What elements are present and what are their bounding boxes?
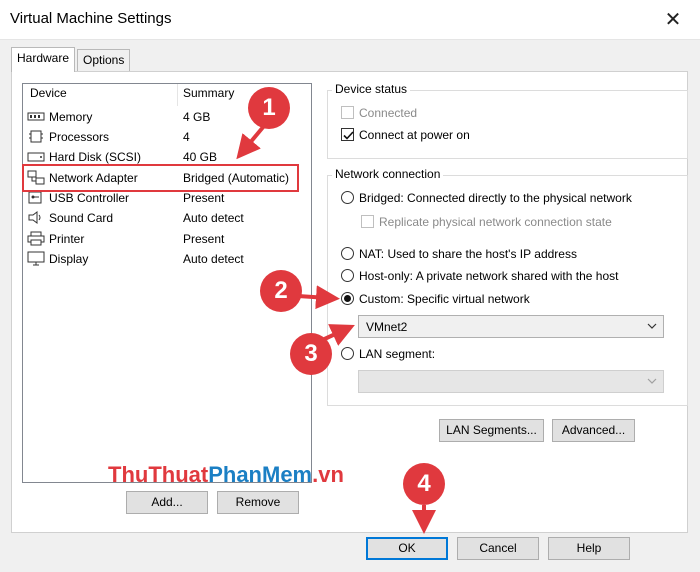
bridged-radio[interactable] <box>341 191 354 204</box>
nat-radio[interactable] <box>341 247 354 260</box>
device-name: Sound Card <box>49 211 114 225</box>
device-summary: Present <box>183 191 225 205</box>
connect-at-power-on-label: Connect at power on <box>359 128 470 142</box>
device-status-title: Device status <box>332 82 411 96</box>
chevron-down-icon <box>647 323 657 329</box>
host-only-label: Host-only: A private network shared with… <box>359 269 619 283</box>
hard-disk-icon <box>27 152 45 162</box>
device-row-processors[interactable]: Processors 4 <box>23 127 311 147</box>
help-button[interactable]: Help <box>548 537 630 560</box>
device-row-printer[interactable]: Printer Present <box>23 229 311 249</box>
display-icon <box>27 251 45 266</box>
annotation-badge-1: 1 <box>248 87 290 129</box>
window-title: Virtual Machine Settings <box>10 10 172 27</box>
chevron-down-icon <box>647 378 657 384</box>
device-summary: 4 <box>183 130 190 144</box>
printer-icon <box>27 231 45 246</box>
lan-segment-select[interactable] <box>358 370 664 393</box>
replicate-label: Replicate physical network connection st… <box>379 215 612 229</box>
checkmark-icon <box>343 131 354 140</box>
usb-icon <box>28 191 42 204</box>
custom-network-value: VMnet2 <box>366 320 408 334</box>
speaker-icon <box>28 211 41 224</box>
watermark-part3: .vn <box>312 462 344 487</box>
remove-button[interactable]: Remove <box>217 491 299 514</box>
watermark: ThuThuatPhanMem.vn <box>108 462 344 488</box>
custom-radio[interactable] <box>341 292 354 305</box>
device-name: USB Controller <box>49 191 130 205</box>
advanced-button[interactable]: Advanced... <box>552 419 635 442</box>
network-connection-title: Network connection <box>332 167 444 181</box>
tab-hardware[interactable]: Hardware <box>11 47 76 72</box>
column-header-device[interactable]: Device <box>30 86 67 100</box>
device-name: Memory <box>49 110 93 124</box>
device-name: Hard Disk (SCSI) <box>49 150 142 164</box>
bridged-label: Bridged: Connected directly to the physi… <box>359 191 632 205</box>
device-row-sound-card[interactable]: Sound Card Auto detect <box>23 208 311 228</box>
annotation-badge-2: 2 <box>260 270 302 312</box>
nat-label: NAT: Used to share the host's IP address <box>359 247 577 261</box>
replicate-checkbox[interactable] <box>361 215 374 228</box>
lan-segment-radio[interactable] <box>341 347 354 360</box>
device-summary: 4 GB <box>183 110 211 124</box>
annotation-highlight-box <box>22 164 299 192</box>
connected-checkbox[interactable] <box>341 106 354 119</box>
add-button[interactable]: Add... <box>126 491 208 514</box>
lan-segments-button[interactable]: LAN Segments... <box>439 419 544 442</box>
device-summary: 40 GB <box>183 150 218 164</box>
processor-icon <box>29 130 43 143</box>
connected-label: Connected <box>359 106 418 120</box>
device-summary: Auto detect <box>183 252 244 266</box>
custom-network-select[interactable]: VMnet2 <box>358 315 664 338</box>
annotation-badge-4: 4 <box>403 463 445 505</box>
column-separator[interactable] <box>177 84 178 106</box>
watermark-part2: PhanMem <box>208 462 313 487</box>
host-only-radio[interactable] <box>341 269 354 282</box>
device-name: Display <box>49 252 89 266</box>
device-name: Printer <box>49 232 85 246</box>
annotation-badge-3: 3 <box>290 333 332 375</box>
device-summary: Auto detect <box>183 211 244 225</box>
connect-at-power-on-checkbox[interactable] <box>341 128 354 141</box>
device-summary: Present <box>183 232 225 246</box>
ok-button[interactable]: OK <box>366 537 448 560</box>
tab-options[interactable]: Options <box>77 49 131 71</box>
column-header-summary[interactable]: Summary <box>183 86 234 100</box>
device-name: Processors <box>49 130 110 144</box>
memory-icon <box>27 112 45 121</box>
watermark-part1: ThuThuat <box>108 462 209 487</box>
lan-segment-label: LAN segment: <box>359 347 436 361</box>
custom-label: Custom: Specific virtual network <box>359 292 530 306</box>
close-icon[interactable]: ✕ <box>660 8 686 32</box>
cancel-button[interactable]: Cancel <box>457 537 539 560</box>
device-row-display[interactable]: Display Auto detect <box>23 249 311 269</box>
device-status-group <box>327 90 688 159</box>
